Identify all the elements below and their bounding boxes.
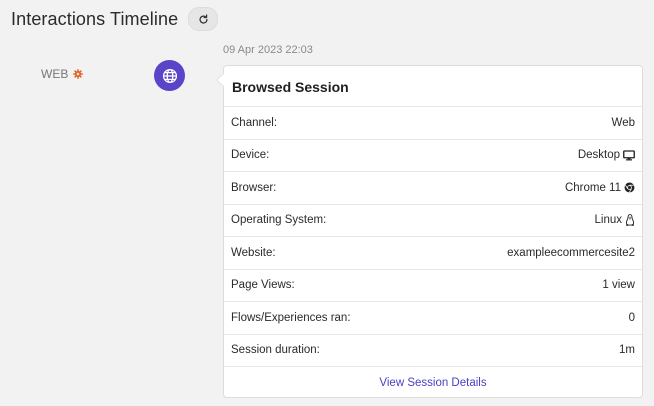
row-value: 0 <box>628 311 635 324</box>
row-value: Chrome 11 <box>564 181 621 194</box>
linux-icon <box>625 214 635 226</box>
row-label: Flows/Experiences ran: <box>231 311 351 324</box>
row-label: Operating System: <box>231 214 327 227</box>
row-page-views: Page Views: 1 view <box>224 270 642 302</box>
row-value: exampleecommercesite2 <box>507 246 635 259</box>
row-value: Desktop <box>577 149 620 162</box>
session-card: Browsed Session Channel: Web Device: Des… <box>216 65 643 399</box>
row-operating-system: Operating System: Linux <box>224 205 642 237</box>
refresh-icon <box>199 13 208 24</box>
row-value: 1m <box>619 344 635 357</box>
row-label: Browser: <box>231 181 277 194</box>
web-channel-badge <box>154 60 185 91</box>
row-label: Session duration: <box>231 344 320 357</box>
row-channel: Channel: Web <box>224 107 642 140</box>
row-label: Channel: <box>231 116 278 129</box>
view-session-details-link[interactable]: View Session Details <box>379 377 486 389</box>
page-title: Interactions Timeline <box>11 8 179 29</box>
gear-icon <box>73 69 84 79</box>
page-header: Interactions Timeline <box>11 7 219 31</box>
channel-label: WEB <box>41 67 69 81</box>
card-title: Browsed Session <box>224 66 642 107</box>
row-session-duration: Session duration: 1m <box>224 335 642 367</box>
row-browser: Browser: Chrome 11 <box>224 172 642 205</box>
channel-tag: WEB <box>41 67 84 81</box>
row-label: Device: <box>231 149 270 162</box>
refresh-button[interactable] <box>188 7 219 31</box>
desktop-icon <box>623 150 635 161</box>
row-value: Linux <box>594 214 623 227</box>
row-value: Web <box>611 116 635 129</box>
row-label: Page Views: <box>231 279 295 292</box>
row-flows-experiences: Flows/Experiences ran: 0 <box>224 302 642 335</box>
row-device: Device: Desktop <box>224 140 642 172</box>
card-pointer <box>216 73 225 87</box>
card-footer: View Session Details <box>224 367 642 399</box>
event-timestamp: 09 Apr 2023 22:03 <box>223 44 313 56</box>
chrome-icon <box>624 182 635 193</box>
row-value: 1 view <box>602 279 635 292</box>
row-label: Website: <box>231 246 276 259</box>
row-website: Website: exampleecommercesite2 <box>224 237 642 270</box>
globe-icon <box>162 68 177 83</box>
